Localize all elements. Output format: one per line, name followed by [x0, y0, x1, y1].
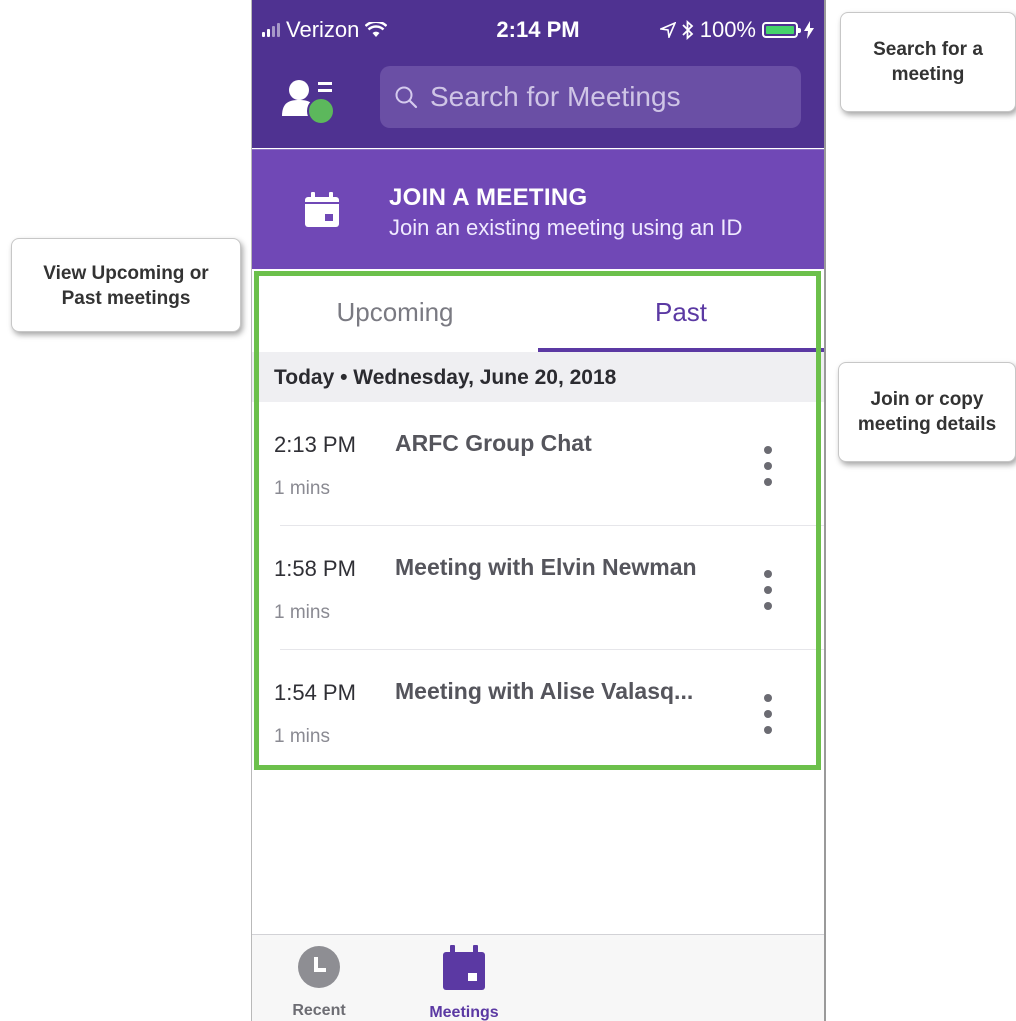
meeting-title: Meeting with Elvin Newman: [395, 554, 697, 580]
meeting-time: 2:13 PM: [274, 432, 356, 457]
meetings-tab-bar: Upcoming Past: [252, 269, 824, 352]
nav-recent[interactable]: Recent: [259, 945, 379, 1020]
meeting-row[interactable]: 1:58 PM Meeting with Elvin Newman 1 mins: [252, 526, 824, 650]
app-header: [252, 60, 824, 148]
tab-past[interactable]: Past: [538, 269, 824, 352]
meeting-title: Meeting with Alise Valasq...: [395, 678, 694, 704]
meeting-duration: 1 mins: [274, 602, 330, 623]
join-meeting-button[interactable]: JOIN A MEETING Join an existing meeting …: [252, 149, 824, 270]
meeting-time: 1:54 PM: [274, 680, 356, 705]
callout-tabs: View Upcoming or Past meetings: [11, 238, 241, 332]
meeting-row[interactable]: 1:54 PM Meeting with Alise Valasq... 1 m…: [252, 650, 824, 774]
more-options-icon[interactable]: [756, 694, 780, 734]
calendar-icon: [443, 945, 485, 990]
callout-tabs-text: View Upcoming or Past meetings: [43, 263, 209, 309]
bluetooth-icon: [682, 20, 694, 40]
search-icon: [395, 86, 418, 109]
more-options-icon[interactable]: [756, 446, 780, 486]
search-input[interactable]: [428, 80, 792, 114]
callout-search: Search for a meeting: [840, 12, 1016, 112]
charging-bolt-icon: [804, 21, 814, 39]
calendar-icon: [305, 192, 339, 227]
status-right-group: 100%: [659, 17, 814, 43]
meeting-title: ARFC Group Chat: [395, 430, 592, 456]
status-bar: Verizon 2:14 PM 100%: [252, 0, 824, 60]
meeting-row[interactable]: 2:13 PM ARFC Group Chat 1 mins: [252, 402, 824, 526]
join-meeting-subtitle: Join an existing meeting using an ID: [389, 215, 743, 240]
callout-search-text: Search for a meeting: [873, 39, 983, 85]
meeting-duration: 1 mins: [274, 726, 330, 747]
date-section-header: Today • Wednesday, June 20, 2018: [252, 352, 824, 402]
phone-screen: Verizon 2:14 PM 100% Search for Meetings…: [251, 0, 826, 1021]
search-bar[interactable]: [380, 66, 801, 128]
meeting-time: 1:58 PM: [274, 556, 356, 581]
callout-options: Join or copy meeting details: [838, 362, 1016, 462]
callout-options-text: Join or copy meeting details: [857, 389, 997, 435]
join-meeting-title: JOIN A MEETING: [389, 184, 588, 211]
tab-past-label: Past: [654, 297, 708, 327]
nav-meetings-label: Meetings: [429, 1004, 499, 1021]
meeting-duration: 1 mins: [274, 478, 330, 499]
battery-percent: 100%: [699, 17, 756, 42]
nav-recent-label: Recent: [292, 1002, 346, 1019]
nav-meetings[interactable]: Meetings: [404, 945, 524, 1021]
tab-upcoming[interactable]: Upcoming: [252, 269, 538, 352]
clock-icon: [298, 946, 340, 988]
location-arrow-icon: [659, 22, 676, 38]
battery-icon: [762, 22, 801, 38]
more-options-icon[interactable]: [756, 570, 780, 610]
bottom-tab-bar: Recent Meetings: [252, 934, 824, 1021]
contacts-profile-icon[interactable]: [282, 78, 336, 126]
